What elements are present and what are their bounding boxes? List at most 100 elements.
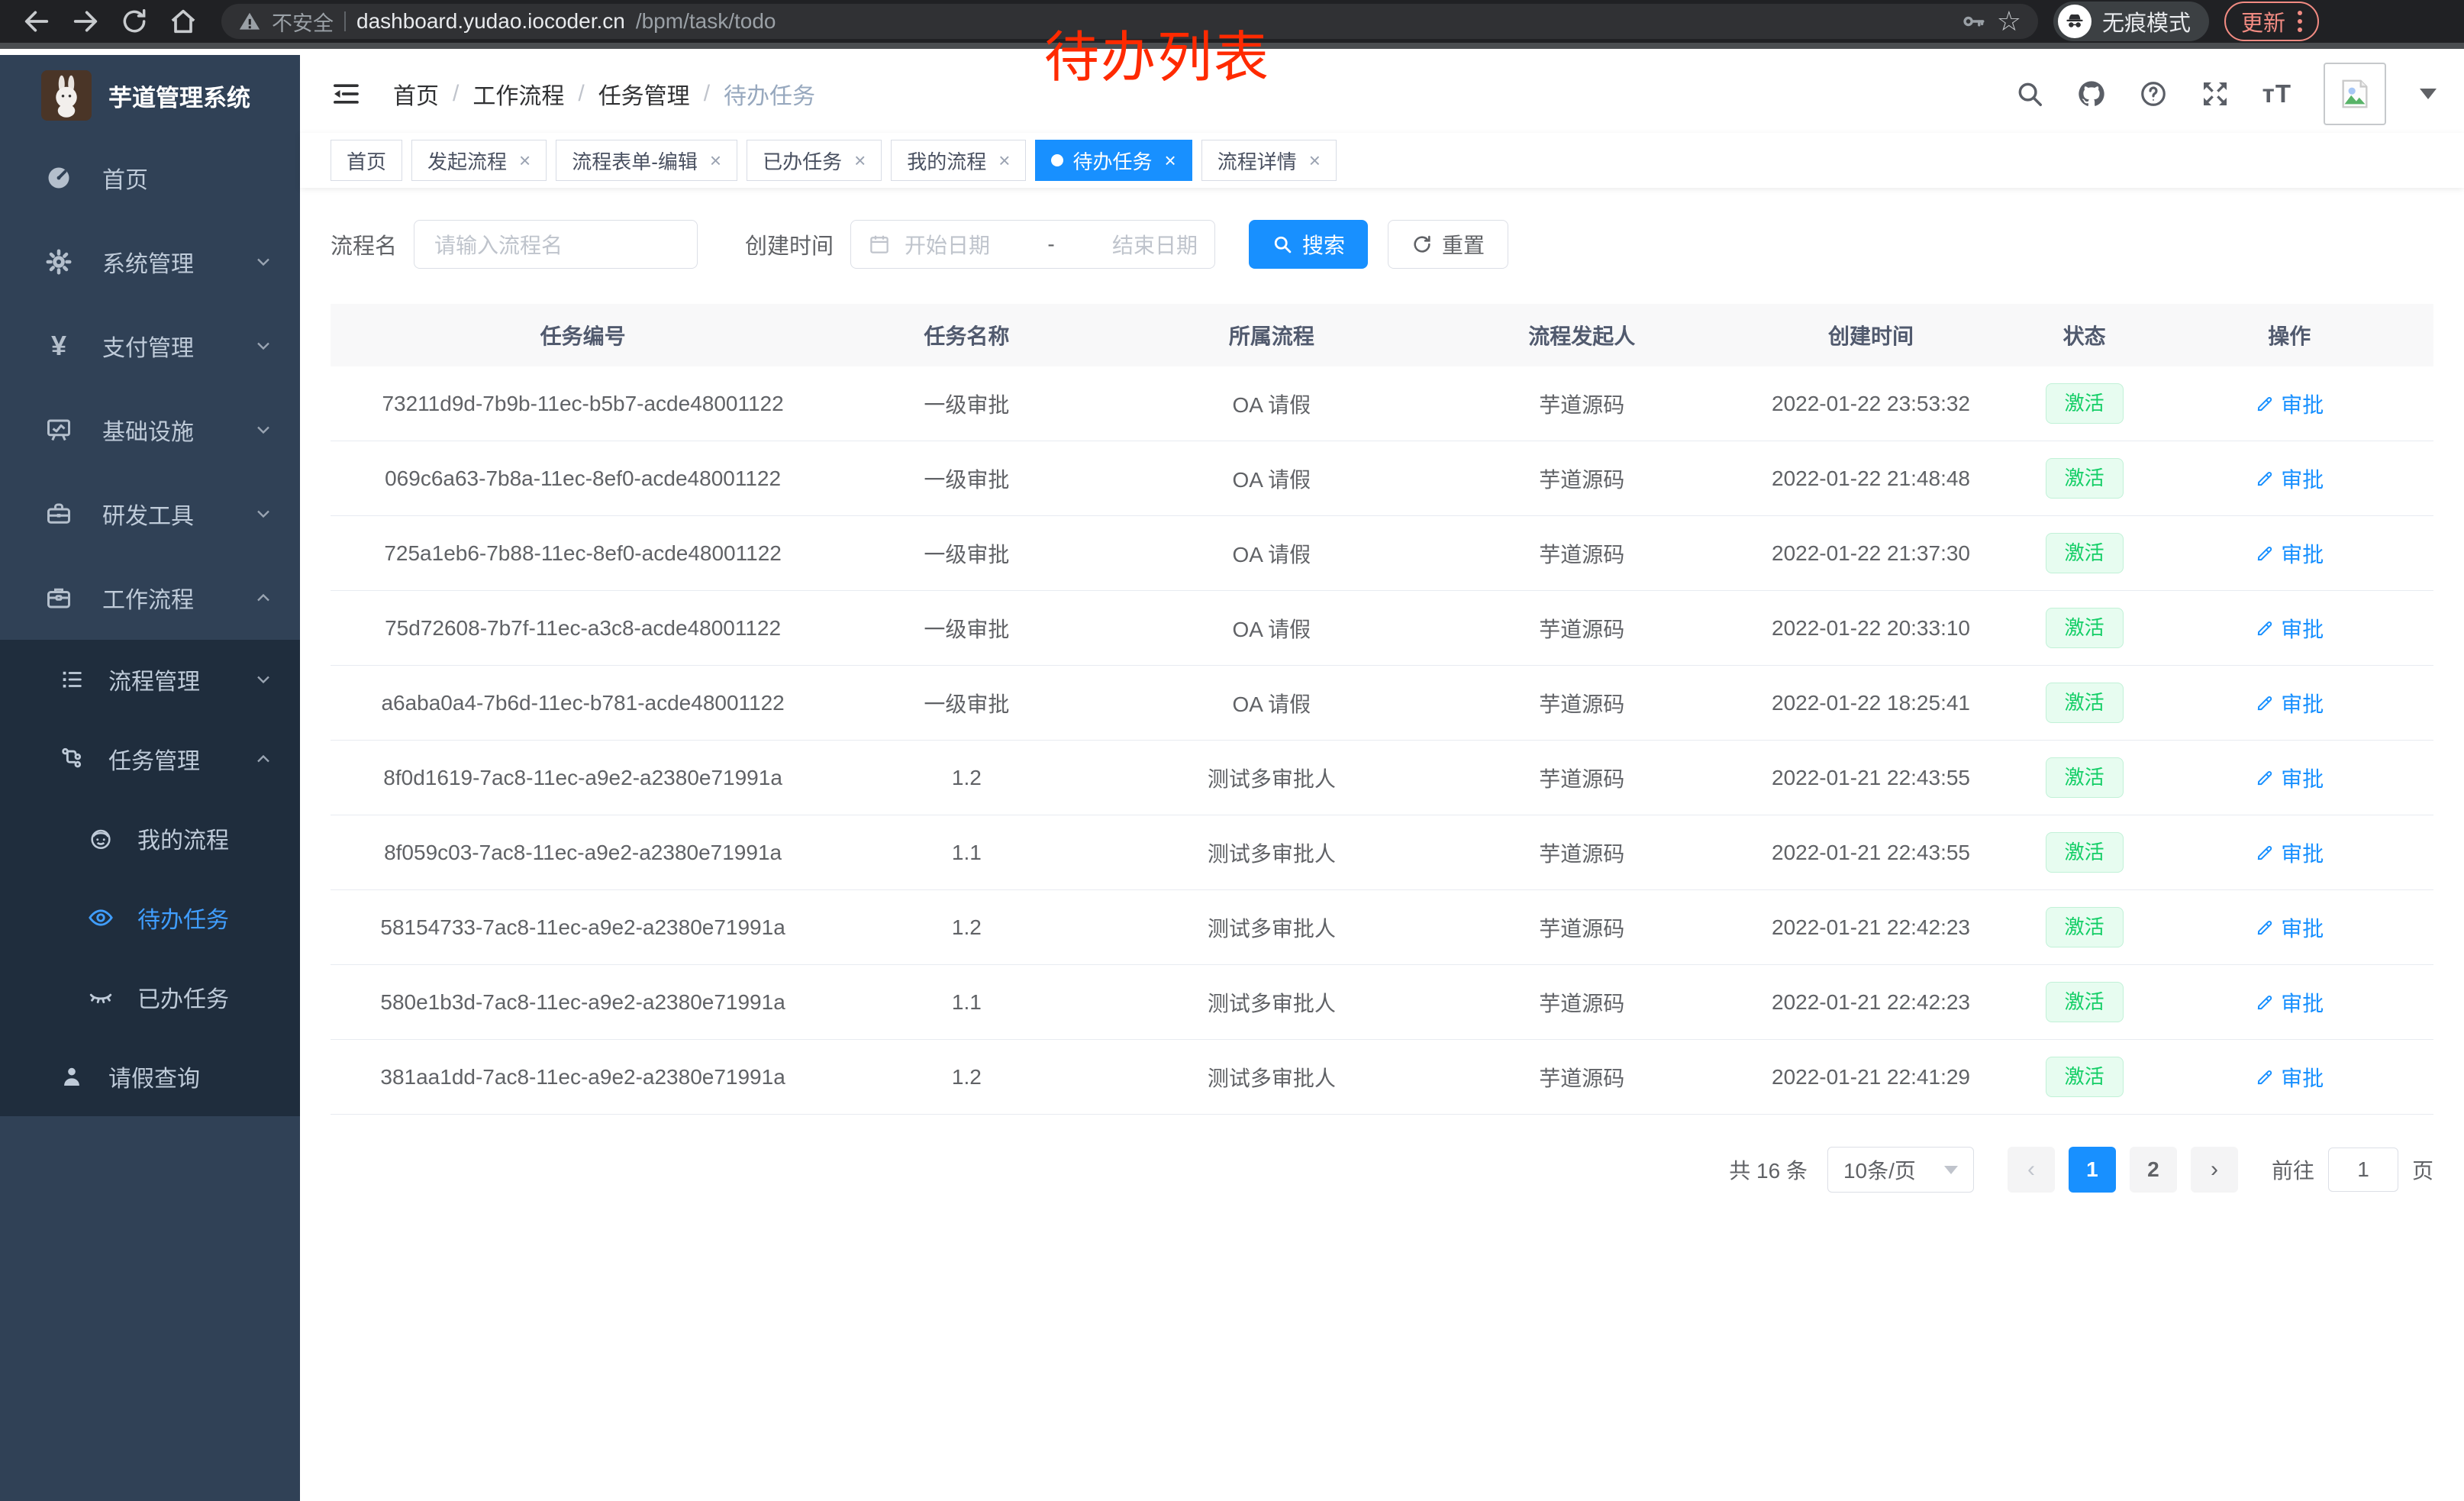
- face-icon: [87, 825, 114, 851]
- cell-task-id: 725a1eb6-7b88-11ec-8ef0-acde48001122: [331, 541, 835, 566]
- tab-label: 流程表单-编辑: [572, 147, 698, 175]
- sidebar-item-leave-query[interactable]: 请假查询: [0, 1037, 300, 1116]
- cell-status: 激活: [2024, 907, 2146, 947]
- cell-process: 测试多审批人: [1098, 912, 1446, 943]
- chevron-up-icon: [253, 587, 274, 608]
- tab-已办任务[interactable]: 已办任务×: [747, 140, 882, 181]
- avatar[interactable]: [2324, 63, 2386, 125]
- sidebar-item-system[interactable]: 系统管理: [0, 220, 300, 304]
- sidebar-item-payment[interactable]: ¥ 支付管理: [0, 304, 300, 388]
- browser-back-icon[interactable]: [20, 5, 53, 38]
- cell-action: 审批: [2146, 987, 2433, 1018]
- approve-link[interactable]: 审批: [2255, 538, 2324, 569]
- sidebar-item-todo-tasks[interactable]: 待办任务: [0, 878, 300, 957]
- breadcrumb-workflow[interactable]: 工作流程: [472, 77, 564, 111]
- active-tab-dot-icon: [1051, 154, 1063, 166]
- tab-close-icon[interactable]: ×: [710, 149, 721, 173]
- help-icon[interactable]: [2139, 79, 2168, 108]
- page-1-button[interactable]: 1: [2069, 1147, 2116, 1193]
- search-button[interactable]: 搜索: [1249, 220, 1368, 269]
- table-row: 75d72608-7b7f-11ec-a3c8-acde48001122一级审批…: [331, 591, 2433, 666]
- sidebar-item-task-management[interactable]: 任务管理: [0, 719, 300, 799]
- sidebar-item-home[interactable]: 首页: [0, 136, 300, 220]
- cell-create-time: 2022-01-22 18:25:41: [1718, 691, 2023, 715]
- approve-link[interactable]: 审批: [2255, 389, 2324, 419]
- github-icon[interactable]: [2076, 79, 2107, 109]
- bookmark-star-icon[interactable]: ☆: [1997, 8, 2021, 35]
- browser-forward-icon[interactable]: [69, 5, 102, 38]
- person-icon: [58, 1064, 85, 1089]
- pagination: 共 16 条 10条/页 ‹ 1 2 › 前往 页: [331, 1147, 2433, 1193]
- cell-create-time: 2022-01-21 22:42:23: [1718, 990, 2023, 1015]
- col-task-id: 任务编号: [331, 320, 835, 350]
- user-dropdown-caret[interactable]: [2420, 89, 2437, 99]
- tab-待办任务[interactable]: 待办任务×: [1035, 140, 1192, 181]
- browser-update-button[interactable]: 更新: [2224, 2, 2319, 41]
- table-row: 58154733-7ac8-11ec-a9e2-a2380e71991a1.2测…: [331, 890, 2433, 965]
- tab-close-icon[interactable]: ×: [854, 149, 866, 173]
- sidebar-item-my-process[interactable]: 我的流程: [0, 799, 300, 878]
- approve-link[interactable]: 审批: [2255, 613, 2324, 644]
- search-icon[interactable]: [2015, 79, 2044, 108]
- cell-action: 审批: [2146, 912, 2433, 943]
- browser-menu-icon[interactable]: [2298, 11, 2302, 32]
- status-badge: 激活: [2046, 757, 2124, 798]
- cell-action: 审批: [2146, 389, 2433, 419]
- tab-流程表单-编辑[interactable]: 流程表单-编辑 ×: [556, 140, 737, 181]
- tab-close-icon[interactable]: ×: [1165, 149, 1176, 173]
- fullscreen-icon[interactable]: [2200, 79, 2230, 109]
- tab-流程详情[interactable]: 流程详情 ×: [1201, 140, 1337, 181]
- tab-首页[interactable]: 首页: [331, 140, 402, 181]
- prev-page-button[interactable]: ‹: [2008, 1147, 2055, 1193]
- approve-link[interactable]: 审批: [2255, 463, 2324, 494]
- page-2-button[interactable]: 2: [2130, 1147, 2177, 1193]
- browser-home-icon[interactable]: [166, 5, 200, 38]
- cell-process: 测试多审批人: [1098, 1062, 1446, 1093]
- sidebar-item-infrastructure[interactable]: 基础设施: [0, 388, 300, 472]
- app-logo[interactable]: 芋道管理系统: [0, 55, 300, 136]
- cell-initiator: 芋道源码: [1445, 463, 1718, 494]
- sidebar-item-process-management[interactable]: 流程管理: [0, 640, 300, 719]
- cell-create-time: 2022-01-22 21:48:48: [1718, 466, 2023, 491]
- cell-task-id: 75d72608-7b7f-11ec-a3c8-acde48001122: [331, 616, 835, 641]
- update-label: 更新: [2241, 5, 2285, 37]
- cell-status: 激活: [2024, 383, 2146, 424]
- create-time-label: 创建时间: [745, 228, 834, 260]
- browser-reload-icon[interactable]: [118, 5, 151, 38]
- sidebar-item-devtools[interactable]: 研发工具: [0, 472, 300, 556]
- cell-initiator: 芋道源码: [1445, 912, 1718, 943]
- breadcrumb: 首页 / 工作流程 / 任务管理 / 待办任务: [393, 77, 815, 111]
- approve-link[interactable]: 审批: [2255, 987, 2324, 1018]
- security-label: 不安全: [272, 7, 334, 37]
- approve-link[interactable]: 审批: [2255, 838, 2324, 868]
- font-size-icon[interactable]: ᴛT: [2262, 79, 2291, 108]
- sidebar-item-label: 系统管理: [102, 245, 194, 279]
- sidebar-item-workflow[interactable]: 工作流程: [0, 556, 300, 640]
- cell-status: 激活: [2024, 1057, 2146, 1097]
- breadcrumb-task-management[interactable]: 任务管理: [598, 77, 690, 111]
- sidebar-item-done-tasks[interactable]: 已办任务: [0, 957, 300, 1037]
- approve-link[interactable]: 审批: [2255, 688, 2324, 718]
- sidebar-fold-icon[interactable]: [331, 79, 361, 109]
- cell-create-time: 2022-01-21 22:43:55: [1718, 841, 2023, 865]
- date-range-input[interactable]: 开始日期 - 结束日期: [850, 220, 1215, 269]
- approve-link[interactable]: 审批: [2255, 763, 2324, 793]
- tab-label: 流程详情: [1217, 147, 1297, 175]
- tab-close-icon[interactable]: ×: [998, 149, 1010, 173]
- tab-发起流程[interactable]: 发起流程×: [411, 140, 547, 181]
- process-name-input[interactable]: 请输入流程名: [414, 220, 698, 269]
- key-icon[interactable]: [1960, 8, 1986, 34]
- breadcrumb-home[interactable]: 首页: [393, 77, 439, 111]
- tab-close-icon[interactable]: ×: [519, 149, 531, 173]
- approve-link[interactable]: 审批: [2255, 1062, 2324, 1093]
- page-size-select[interactable]: 10条/页: [1827, 1147, 1974, 1193]
- tab-我的流程[interactable]: 我的流程 ×: [891, 140, 1026, 181]
- tab-label: 我的流程: [907, 147, 986, 175]
- approve-link[interactable]: 审批: [2255, 912, 2324, 943]
- tab-close-icon[interactable]: ×: [1309, 149, 1321, 173]
- sidebar-item-label: 支付管理: [102, 329, 194, 363]
- reset-button[interactable]: 重置: [1388, 220, 1508, 269]
- goto-page-input[interactable]: [2328, 1148, 2398, 1192]
- next-page-button[interactable]: ›: [2191, 1147, 2238, 1193]
- cell-process: 测试多审批人: [1098, 763, 1446, 793]
